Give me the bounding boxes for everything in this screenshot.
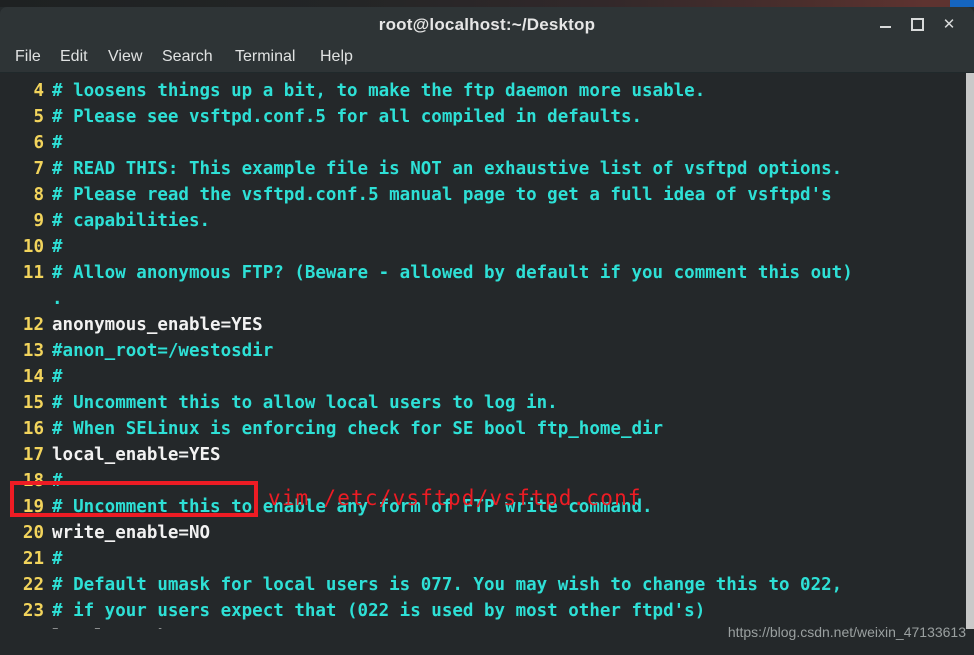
- line-text: write_enable=NO: [52, 523, 211, 543]
- line-number: 5: [33, 107, 44, 127]
- line-number: 7: [33, 159, 44, 179]
- terminal-content[interactable]: 4 # loosens things up a bit, to make the …: [0, 73, 974, 629]
- line-number: 14: [22, 367, 44, 387]
- menu-item-view[interactable]: View: [101, 42, 149, 72]
- line-number: 8: [33, 185, 44, 205]
- editor-line: 22 # Default umask for local users is 077…: [0, 572, 842, 598]
- line-text: #: [52, 471, 63, 491]
- window-title: root@localhost:~/Desktop: [378, 15, 596, 34]
- line-number: 12: [22, 315, 44, 335]
- line-number: 17: [22, 445, 44, 465]
- editor-line: 16 # When SELinux is enforcing check for …: [0, 416, 663, 442]
- line-number: 11: [22, 263, 44, 283]
- line-number: 13: [22, 341, 44, 361]
- editor-line: 23 # if your users expect that (022 is us…: [0, 598, 705, 624]
- line-text: # loosens things up a bit, to make the f…: [52, 81, 706, 101]
- line-text: #anon_root=/westosdir: [52, 341, 274, 361]
- editor-line: .: [0, 286, 63, 312]
- line-text: # Uncomment this to allow local users to…: [52, 393, 558, 413]
- line-text: #: [52, 133, 63, 153]
- menu-item-search[interactable]: Search: [155, 42, 220, 72]
- line-text: # Default umask for local users is 077. …: [52, 575, 843, 595]
- terminal-window: root@localhost:~/Desktop ✕ File Edit View S…: [0, 0, 974, 655]
- maximize-glyph: [910, 17, 924, 31]
- line-text: #: [52, 549, 63, 569]
- line-number: 4: [33, 81, 44, 101]
- editor-line: 9 # capabilities.: [0, 208, 210, 234]
- line-text: .: [52, 289, 63, 309]
- line-number: 15: [22, 393, 44, 413]
- editor-line: 17 local_enable=YES: [0, 442, 221, 468]
- terminal-scrollbar[interactable]: [966, 73, 974, 629]
- menu-item-help[interactable]: Help: [313, 42, 360, 72]
- editor-line: 13 #anon_root=/westosdir: [0, 338, 273, 364]
- desktop-top-strip: [0, 0, 974, 7]
- window-titlebar[interactable]: root@localhost:~/Desktop ✕: [0, 7, 974, 42]
- line-number: 23: [22, 601, 44, 621]
- line-text: anonymous_enable=YES: [52, 315, 263, 335]
- line-number: 6: [33, 133, 44, 153]
- editor-line: 14 #: [0, 364, 63, 390]
- editor-line: 18 #: [0, 468, 63, 494]
- editor-line: 15 # Uncomment this to allow local users …: [0, 390, 558, 416]
- line-text: # Allow anonymous FTP? (Beware - allowed…: [52, 263, 853, 283]
- editor-line: 11 # Allow anonymous FTP? (Beware - allow…: [0, 260, 853, 286]
- maximize-icon[interactable]: [902, 7, 932, 42]
- line-text: # Please read the vsftpd.conf.5 manual p…: [52, 185, 832, 205]
- line-number: 22: [22, 575, 44, 595]
- desktop-strip-blue-segment: [950, 0, 974, 7]
- line-number: 16: [22, 419, 44, 439]
- line-number: 9: [33, 211, 44, 231]
- editor-line: 6 #: [0, 130, 63, 156]
- line-number: 19: [22, 497, 44, 517]
- line-text: #: [52, 367, 63, 387]
- editor-line: 8 # Please read the vsftpd.conf.5 manual …: [0, 182, 832, 208]
- line-number: 10: [22, 237, 44, 257]
- menu-bar: File Edit View Search Terminal Help: [0, 42, 974, 73]
- line-text: #: [52, 237, 63, 257]
- line-text: # capabilities.: [52, 211, 211, 231]
- minimize-icon[interactable]: [870, 7, 900, 42]
- editor-line: 7 # READ THIS: This example file is NOT a…: [0, 156, 842, 182]
- line-number: 21: [22, 549, 44, 569]
- minimize-glyph: [879, 26, 891, 29]
- line-text: # READ THIS: This example file is NOT an…: [52, 159, 843, 179]
- annotation-command-label: vim /etc/vsftpd/vsftpd.conf: [268, 486, 642, 510]
- menu-item-edit[interactable]: Edit: [53, 42, 95, 72]
- line-text: # Please see vsftpd.conf.5 for all compi…: [52, 107, 643, 127]
- line-number: 20: [22, 523, 44, 543]
- line-text: local_enable=YES: [52, 445, 221, 465]
- menu-item-file[interactable]: File: [8, 42, 48, 72]
- editor-line: 4 # loosens things up a bit, to make the …: [0, 78, 705, 104]
- line-text: # When SELinux is enforcing check for SE…: [52, 419, 664, 439]
- menu-item-terminal[interactable]: Terminal: [228, 42, 302, 72]
- close-icon[interactable]: ✕: [934, 7, 964, 42]
- editor-line: 5 # Please see vsftpd.conf.5 for all comp…: [0, 104, 642, 130]
- editor-line: 10 #: [0, 234, 63, 260]
- watermark-url: https://blog.csdn.net/weixin_47133613: [727, 624, 966, 640]
- editor-line: 12 anonymous_enable=YES: [0, 312, 263, 338]
- editor-line: 21 #: [0, 546, 63, 572]
- line-text: # if your users expect that (022 is used…: [52, 601, 706, 621]
- line-number: 18: [22, 471, 44, 491]
- editor-line: 20 write_enable=NO: [0, 520, 210, 546]
